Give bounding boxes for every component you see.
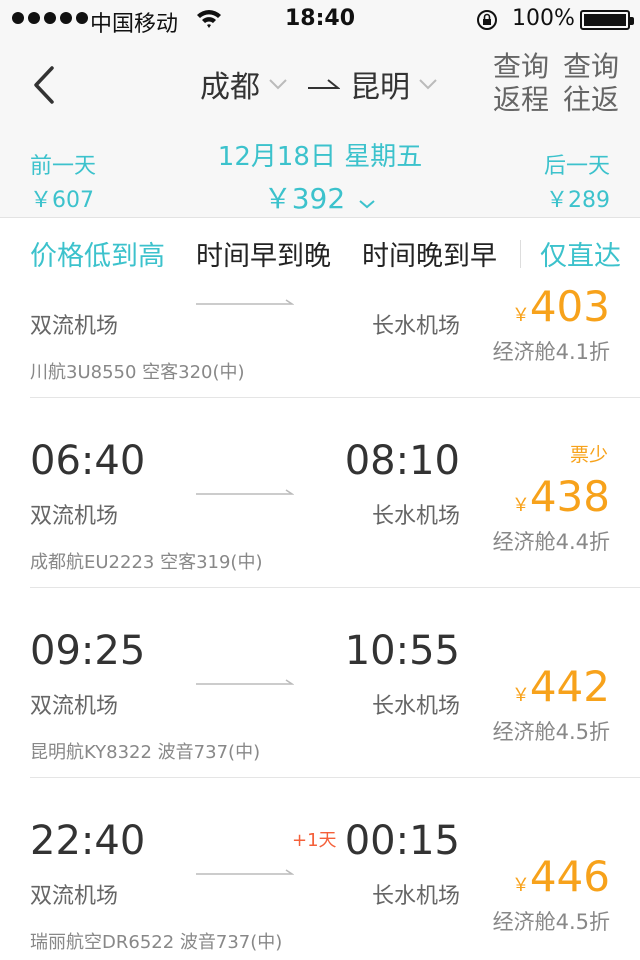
query-round-label-1: 查询 — [562, 50, 619, 83]
arrival-airport: 长水机场 — [371, 884, 460, 909]
price-currency: ￥ — [511, 305, 530, 326]
departure-time: 22:40 — [30, 818, 146, 864]
chevron-down-icon[interactable] — [268, 78, 288, 90]
departure-airport: 双流机场 — [30, 504, 119, 529]
current-price: ￥392 — [263, 182, 346, 215]
from-city[interactable]: 成都 — [200, 62, 260, 106]
rotation-lock-icon — [477, 10, 497, 30]
arrival-airport: 长水机场 — [371, 504, 460, 529]
route-arrow-icon — [308, 79, 340, 89]
next-day-button[interactable]: 后一天 ￥289 — [544, 148, 610, 214]
sort-time-late-early[interactable]: 时间晚到早 — [362, 234, 497, 273]
chevron-down-icon — [359, 199, 375, 208]
price-value: 446 — [529, 852, 610, 901]
arrival-time: 00:15 — [344, 818, 460, 864]
flight-info: 成都航EU2223 空客319(中) — [30, 552, 263, 573]
flight-info: 瑞丽航空DR6522 波音737(中) — [30, 932, 283, 953]
price-value: 442 — [529, 662, 610, 711]
query-round-trip-button[interactable]: 查询 往返 — [560, 50, 622, 116]
cabin-class: 经济舱4.5折 — [492, 910, 610, 934]
flight-price: ￥446 — [512, 852, 610, 901]
to-city[interactable]: 昆明 — [350, 62, 410, 106]
battery-icon — [580, 10, 634, 30]
price-value: 403 — [529, 288, 610, 331]
flight-price: ￥442 — [512, 662, 610, 711]
query-return-label-2: 返程 — [492, 83, 549, 116]
departure-airport: 双流机场 — [30, 314, 119, 339]
query-return-button[interactable]: 查询 返程 — [490, 50, 552, 116]
nav-header: 成都 昆明 查询 返程 查询 往返 — [0, 40, 640, 130]
date-bar: 前一天 ￥607 12月18日 星期五 ￥392 后一天 ￥289 — [0, 130, 640, 218]
flight-row[interactable]: 22:40 双流机场 +1天 00:15 长水机场 ￥446 经济舱4.5折 瑞… — [0, 778, 640, 960]
flight-list[interactable]: 双流机场 长水机场 ￥403 经济舱4.1折 川航3U8550 空客320(中)… — [0, 288, 640, 960]
price-currency: ￥ — [511, 875, 530, 896]
flight-route-line — [196, 489, 294, 495]
battery-percentage: 100% — [512, 6, 575, 31]
price-value: 438 — [529, 472, 610, 521]
cabin-class: 经济舱4.4折 — [492, 530, 610, 554]
flight-price: ￥438 — [512, 472, 610, 521]
query-return-label-1: 查询 — [492, 50, 549, 83]
flight-price: ￥403 — [512, 288, 610, 331]
back-button[interactable] — [24, 60, 64, 110]
flight-route-line — [196, 869, 294, 875]
departure-airport: 双流机场 — [30, 694, 119, 719]
departure-airport: 双流机场 — [30, 884, 119, 909]
flight-route-line — [196, 679, 294, 685]
sort-bar: 价格低到高 时间早到晚 时间晚到早 仅直达 — [0, 218, 640, 288]
query-round-label-2: 往返 — [562, 83, 619, 116]
status-bar: 中国移动 18:40 100% — [0, 0, 640, 40]
cabin-class: 经济舱4.5折 — [492, 720, 610, 744]
sort-price-low-high[interactable]: 价格低到高 — [30, 234, 165, 273]
arrival-airport: 长水机场 — [371, 314, 460, 339]
sort-divider — [520, 240, 521, 268]
arrival-time: 08:10 — [344, 438, 460, 484]
arrival-airport: 长水机场 — [371, 694, 460, 719]
next-day-arrival-badge: +1天 — [292, 830, 337, 851]
flight-info: 川航3U8550 空客320(中) — [30, 362, 245, 383]
route-selector: 成都 昆明 — [200, 62, 446, 106]
flight-route-line — [196, 299, 294, 305]
next-day-label: 后一天 — [543, 154, 610, 179]
departure-time: 06:40 — [30, 438, 146, 484]
price-currency: ￥ — [511, 495, 530, 516]
filter-direct-only[interactable]: 仅直达 — [540, 234, 621, 273]
chevron-down-icon[interactable] — [418, 78, 438, 90]
departure-time: 09:25 — [30, 628, 146, 674]
flight-row[interactable]: 06:40 双流机场 08:10 长水机场 票少 ￥438 经济舱4.4折 成都… — [0, 398, 640, 588]
next-day-price: ￥289 — [546, 188, 610, 213]
low-ticket-badge: 票少 — [569, 444, 608, 466]
flight-row[interactable]: 09:25 双流机场 10:55 长水机场 ￥442 经济舱4.5折 昆明航KY… — [0, 588, 640, 778]
price-currency: ￥ — [511, 685, 530, 706]
sort-time-early-late[interactable]: 时间早到晚 — [196, 234, 331, 273]
arrival-time: 10:55 — [344, 628, 460, 674]
flight-info: 昆明航KY8322 波音737(中) — [30, 742, 261, 763]
cabin-class: 经济舱4.1折 — [492, 340, 610, 364]
flight-row[interactable]: 双流机场 长水机场 ￥403 经济舱4.1折 川航3U8550 空客320(中) — [0, 288, 640, 398]
